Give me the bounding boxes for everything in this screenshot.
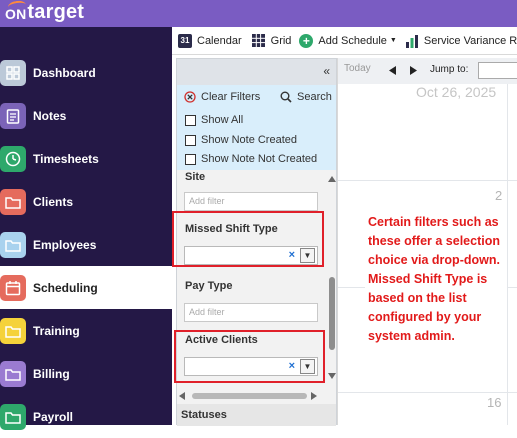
sidebar-item-employees[interactable]: Employees: [0, 223, 172, 266]
checkbox[interactable]: [185, 114, 196, 126]
calendar-navigation: Today Jump to:: [338, 58, 517, 84]
chevron-down-icon: ▼: [389, 37, 397, 44]
show-note-not-created-option[interactable]: Show Note Not Created: [185, 153, 317, 165]
scroll-right-icon[interactable]: [311, 392, 317, 400]
collapse-panel-icon[interactable]: «: [323, 64, 330, 78]
missed-shift-type-label: Missed Shift Type: [185, 223, 278, 235]
day-number: 16: [487, 395, 502, 410]
folder-icon: [0, 317, 26, 344]
show-all-option[interactable]: Show All: [185, 114, 243, 126]
sidebar-item-dashboard[interactable]: Dashboard: [0, 51, 172, 94]
sidebar-item-label: Clients: [33, 194, 74, 209]
calendar-date-heading: Oct 26, 2025: [416, 84, 497, 100]
vertical-scrollbar[interactable]: [328, 176, 336, 379]
calendar-icon: 31: [178, 33, 192, 48]
scroll-down-icon[interactable]: [328, 373, 336, 379]
bar-chart-icon: [405, 34, 419, 48]
horizontal-scrollbar[interactable]: [177, 389, 336, 403]
logo-prefix: ON: [5, 5, 27, 22]
clear-selection-icon[interactable]: ×: [289, 360, 295, 372]
scheduling-toolbar: 31 Calendar Grid + Add Schedule ▼ Servic…: [172, 27, 517, 55]
scrollbar-thumb[interactable]: [192, 393, 307, 399]
sidebar-item-label: Employees: [33, 237, 97, 252]
scroll-up-icon[interactable]: [328, 176, 336, 182]
notes-icon: [0, 102, 26, 129]
clear-filters-label: Clear Filters: [201, 91, 261, 103]
sidebar-item-clients[interactable]: Clients: [0, 180, 172, 223]
next-icon[interactable]: [410, 66, 417, 75]
scrollbar-thumb[interactable]: [329, 277, 335, 350]
show-note-created-option[interactable]: Show Note Created: [185, 134, 297, 146]
pay-type-filter-input[interactable]: Add filter: [184, 303, 318, 322]
logo-text: target: [27, 1, 85, 23]
calendar-view-button[interactable]: 31 Calendar: [178, 33, 242, 48]
week-divider: [338, 392, 517, 393]
chevron-down-icon[interactable]: ▼: [300, 248, 315, 263]
missed-shift-type-select[interactable]: × ▼: [184, 246, 318, 265]
site-filter-label: Site: [185, 171, 206, 183]
week-divider: [338, 180, 517, 181]
grid-icon: [252, 34, 266, 48]
pay-type-label: Pay Type: [185, 280, 233, 292]
add-schedule-button[interactable]: + Add Schedule ▼: [299, 33, 397, 48]
day-divider: [507, 84, 508, 425]
checkbox[interactable]: [185, 134, 196, 146]
add-schedule-label: Add Schedule: [318, 34, 387, 47]
today-button[interactable]: Today: [344, 63, 371, 74]
sidebar-item-notes[interactable]: Notes: [0, 94, 172, 137]
sidebar-item-payroll[interactable]: Payroll: [0, 395, 172, 438]
clear-filters-button[interactable]: Clear Filters: [184, 91, 260, 103]
previous-icon[interactable]: [389, 66, 396, 75]
clear-filters-icon: [184, 91, 196, 103]
active-clients-select[interactable]: × ▼: [184, 357, 318, 376]
service-variance-report-label: Service Variance Rep: [423, 34, 517, 47]
search-button[interactable]: Search: [280, 91, 332, 103]
calendar-icon: [0, 274, 26, 301]
jump-to-input[interactable]: [478, 62, 517, 79]
sidebar: Dashboard Notes Timesheets Clients Emplo…: [0, 27, 172, 430]
sidebar-item-training[interactable]: Training: [0, 309, 172, 352]
plus-icon: +: [299, 33, 314, 48]
active-clients-label: Active Clients: [185, 334, 258, 346]
sidebar-item-label: Dashboard: [33, 65, 96, 80]
folder-icon: [0, 403, 26, 430]
sidebar-item-label: Billing: [33, 366, 70, 381]
sidebar-item-label: Payroll: [33, 409, 74, 424]
statuses-section-label: Statuses: [177, 404, 336, 426]
sidebar-item-timesheets[interactable]: Timesheets: [0, 137, 172, 180]
site-filter-input[interactable]: Add filter: [184, 192, 318, 211]
dashboard-icon: [0, 59, 26, 86]
annotation-callout: Certain filters such as these offer a se…: [365, 211, 507, 369]
folder-icon: [0, 360, 26, 387]
grid-view-button[interactable]: Grid: [252, 34, 292, 48]
chevron-down-icon[interactable]: ▼: [300, 359, 315, 374]
option-label: Show Note Not Created: [201, 153, 318, 165]
filter-options-area: Clear Filters Search Show All Show Note …: [177, 85, 336, 170]
service-variance-report-button[interactable]: Service Variance Rep: [405, 34, 517, 48]
search-icon: [280, 91, 292, 103]
folder-icon: [0, 188, 26, 215]
app-logo[interactable]: ON target: [5, 0, 85, 24]
scroll-left-icon[interactable]: [179, 392, 185, 400]
clear-selection-icon[interactable]: ×: [289, 249, 295, 261]
top-bar: ON target: [0, 0, 517, 27]
grid-view-label: Grid: [270, 34, 292, 47]
option-label: Show Note Created: [201, 134, 297, 146]
filter-panel-header: «: [177, 59, 336, 85]
sidebar-item-label: Timesheets: [33, 151, 99, 166]
folder-icon: [0, 231, 26, 258]
day-number: 2: [495, 188, 503, 203]
sidebar-item-label: Notes: [33, 108, 67, 123]
sidebar-item-scheduling[interactable]: Scheduling: [0, 266, 172, 309]
option-label: Show All: [201, 114, 244, 126]
clock-icon: [0, 145, 26, 172]
sidebar-item-label: Scheduling: [33, 280, 98, 295]
checkbox[interactable]: [185, 153, 196, 165]
calendar-view-label: Calendar: [197, 34, 242, 47]
sidebar-item-label: Training: [33, 323, 80, 338]
search-label: Search: [297, 91, 332, 103]
jump-to-label: Jump to:: [430, 64, 469, 75]
sidebar-item-billing[interactable]: Billing: [0, 352, 172, 395]
filter-panel: « Clear Filters Search Show All Show Not…: [172, 58, 337, 426]
